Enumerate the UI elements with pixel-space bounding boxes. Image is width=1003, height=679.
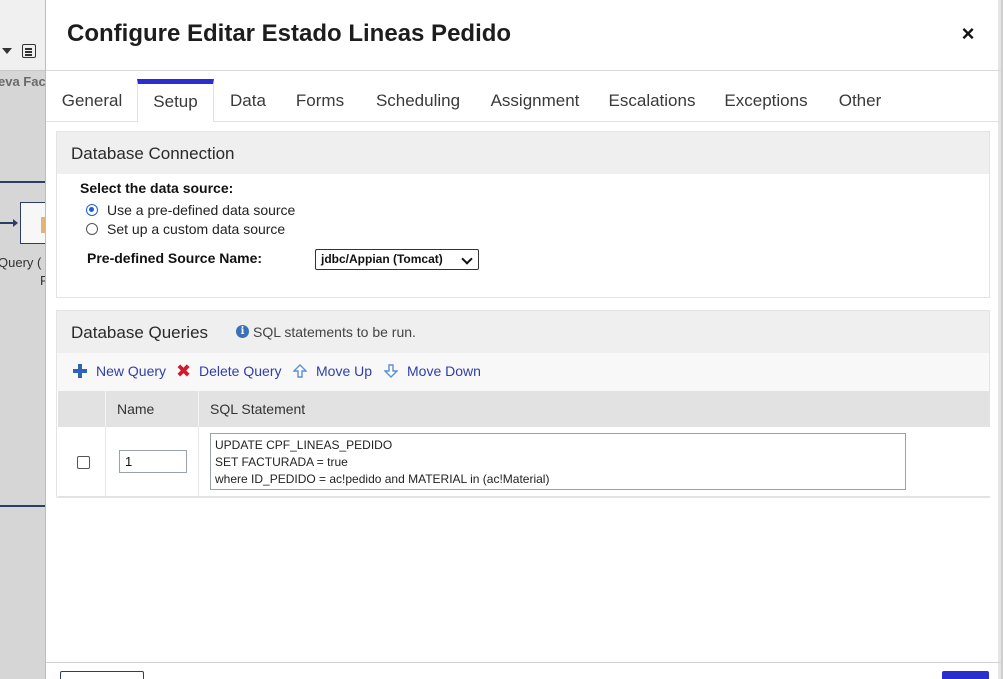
footer-secondary-button[interactable]	[60, 671, 144, 679]
flow-arrow	[0, 219, 18, 227]
dialog-title: Configure Editar Estado Lineas Pedido	[67, 20, 512, 47]
column-header-sql[interactable]: SQL Statement	[210, 401, 305, 417]
column-divider	[198, 391, 199, 427]
panel-header: Database Connection	[57, 132, 989, 174]
tab-scheduling[interactable]: Scheduling	[369, 79, 467, 121]
queries-table-header: Name SQL Statement	[58, 391, 990, 427]
info-icon: i	[236, 325, 249, 338]
plus-icon	[73, 364, 87, 378]
tab-assignment[interactable]: Assignment	[483, 79, 587, 121]
row-checkbox[interactable]	[77, 456, 90, 469]
select-value: jdbc/Appian (Tomcat)	[321, 252, 443, 266]
radio-button[interactable]	[86, 204, 98, 216]
tab-setup[interactable]: Setup	[137, 79, 214, 122]
column-header-name[interactable]: Name	[117, 401, 154, 417]
column-divider	[198, 427, 199, 496]
tab-data[interactable]: Data	[222, 79, 274, 121]
move-up-button[interactable]: Move Up	[293, 363, 372, 379]
chevron-down-icon	[461, 253, 473, 265]
radio-label: Set up a custom data source	[107, 221, 286, 237]
radio-predefined-source[interactable]: Use a pre-defined data source	[86, 202, 295, 218]
tab-escalations[interactable]: Escalations	[603, 79, 701, 121]
column-divider	[105, 391, 106, 427]
background-lane-line	[0, 181, 46, 183]
background-tab-label: eva Fac	[0, 74, 46, 89]
list-icon[interactable]	[22, 44, 36, 58]
move-down-label: Move Down	[407, 363, 481, 379]
predefined-source-label: Pre-defined Source Name:	[87, 250, 263, 266]
table-row: 1 UPDATE CPF_LINEAS_PEDIDO SET FACTURADA…	[58, 427, 990, 497]
tab-bar: General Setup Data Forms Scheduling Assi…	[46, 79, 1001, 122]
footer-divider	[46, 662, 1001, 663]
panel-title: Database Queries	[71, 323, 209, 342]
panel-title: Database Connection	[71, 144, 235, 163]
queries-info-text: SQL statements to be run.	[253, 324, 416, 340]
background-toolbar	[0, 0, 46, 71]
configure-dialog: Configure Editar Estado Lineas Pedido × …	[45, 0, 1001, 679]
tab-forms[interactable]: Forms	[288, 79, 352, 121]
delete-icon: ✖	[176, 361, 192, 381]
data-source-label: Select the data source:	[80, 180, 234, 196]
close-icon[interactable]: ×	[958, 23, 978, 45]
background-app: eva Fac Query ( F	[0, 0, 46, 679]
sql-statement-textarea[interactable]: UPDATE CPF_LINEAS_PEDIDO SET FACTURADA =…	[210, 433, 906, 490]
predefined-source-select[interactable]: jdbc/Appian (Tomcat)	[315, 249, 479, 270]
radio-button[interactable]	[86, 223, 98, 235]
arrow-up-icon	[293, 364, 307, 378]
query-name-input[interactable]: 1	[119, 450, 187, 473]
new-query-label: New Query	[96, 363, 167, 379]
move-down-button[interactable]: Move Down	[384, 363, 481, 379]
header-divider	[46, 70, 1001, 71]
process-node-label: Query (	[0, 255, 42, 270]
radio-label: Use a pre-defined data source	[107, 202, 296, 218]
delete-query-label: Delete Query	[199, 363, 282, 379]
radio-custom-source[interactable]: Set up a custom data source	[86, 221, 285, 237]
column-divider	[105, 427, 106, 496]
move-up-label: Move Up	[316, 363, 373, 379]
delete-query-button[interactable]: ✖ Delete Query	[176, 361, 282, 381]
footer-primary-button[interactable]	[942, 671, 989, 679]
tab-exceptions[interactable]: Exceptions	[719, 79, 813, 121]
tab-general[interactable]: General	[56, 79, 128, 121]
tab-other[interactable]: Other	[830, 79, 890, 121]
caret-down-icon[interactable]	[2, 48, 12, 54]
new-query-button[interactable]: New Query	[73, 363, 166, 379]
background-lane-line	[0, 505, 46, 507]
arrow-down-icon	[384, 364, 398, 378]
process-node[interactable]	[20, 202, 46, 244]
panel-header: Database Queries	[57, 311, 989, 353]
